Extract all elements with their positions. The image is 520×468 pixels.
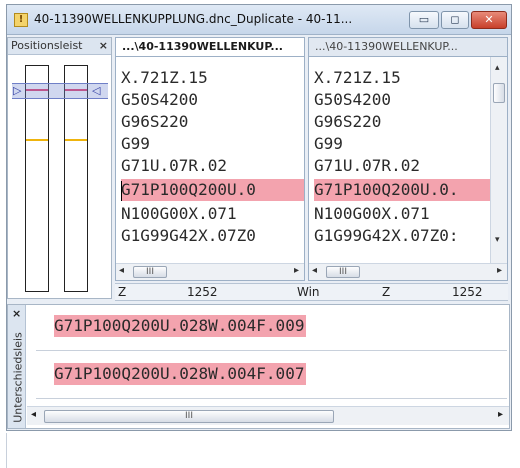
code-line: G50S4200 [121,90,199,109]
difference-row-right[interactable]: G71P100Q200U.028W.004F.007 [36,353,507,399]
scroll-left-icon[interactable]: ◂ [312,265,317,276]
status-left-label: Z [118,285,127,299]
positions-panel-header: Positionsleist × [8,38,111,55]
status-bar: Z 1252 Win Z 1252 [115,283,508,301]
minimize-button[interactable]: ▭ [409,11,439,29]
positions-panel-close-icon[interactable]: × [99,38,108,54]
code-line: G71U.07R.02 [314,156,420,175]
differences-horizontal-scrollbar[interactable]: ◂ III ▸ [27,406,509,425]
difference-text-right: G71P100Q200U.028W.004F.007 [54,363,307,385]
code-line: G71U.07R.02 [121,156,227,175]
vertical-scroll-thumb[interactable] [493,83,505,103]
difference-row-left[interactable]: G71P100Q200U.028W.004F.009 [36,305,507,351]
code-line: X.721Z.15 [314,68,401,87]
positions-panel: Positionsleist × ▷ ◁ [7,37,112,299]
difference-text-left: G71P100Q200U.028W.004F.009 [54,315,307,337]
position-marker-yellow [65,139,87,141]
status-right-value: 1252 [452,285,483,299]
position-marker-yellow [26,139,48,141]
code-line: G1G99G42X.07Z0 [121,226,256,245]
text-caret [121,181,122,201]
scroll-thumb[interactable]: III [326,266,360,278]
differences-panel: × Unterschiedsleis G71P100Q200U.028W.004… [7,304,510,429]
code-line: G96S220 [314,112,382,131]
window-title: 40-11390WELLENKUPPLUNG.dnc_Duplicate - 4… [34,12,353,26]
right-horizontal-scrollbar[interactable]: ◂ III ▸ [309,263,507,280]
right-file-position-bar[interactable] [64,65,88,292]
position-arrow-left-icon: ◁ [92,84,101,97]
left-code-editor[interactable]: X.721Z.15 G50S4200 G96S220 G99 G71U.07R.… [115,56,305,281]
left-file-position-bar[interactable] [25,65,49,292]
code-line: N100G00X.071 [121,204,237,223]
divider [6,433,7,468]
code-line: G50S4200 [314,90,392,109]
right-code-editor[interactable]: X.721Z.15 G50S4200 G96S220 G99 G71U.07R.… [308,56,508,281]
scroll-right-icon[interactable]: ▸ [294,265,299,276]
code-line: X.721Z.15 [121,68,208,87]
scroll-thumb[interactable]: III [44,410,334,423]
differences-panel-close-icon[interactable]: × [12,307,21,320]
scroll-right-icon[interactable]: ▸ [498,409,503,420]
status-left-value: 1252 [187,285,218,299]
code-line-difference: G71P100Q200U.0 [121,179,304,201]
tab-left-file[interactable]: ...\40-11390WELLENKUP... [115,37,305,56]
code-line: G99 [314,134,343,153]
code-line: G99 [121,134,150,153]
status-right-label: Z [382,285,391,299]
title-bar[interactable]: ! 40-11390WELLENKUPPLUNG.dnc_Duplicate -… [7,5,511,35]
scroll-left-icon[interactable]: ◂ [119,265,124,276]
code-line-difference: G71P100Q200U.0. [314,179,507,201]
positions-panel-title: Positionsleist [11,39,83,52]
scroll-right-icon[interactable]: ▸ [497,265,502,276]
position-arrow-right-icon: ▷ [13,84,22,97]
differences-panel-title: Unterschiedsleis [11,332,25,423]
code-line: G1G99G42X.07Z0: [314,226,459,245]
tab-right-file[interactable]: ...\40-11390WELLENKUP... [308,37,508,56]
code-line: N100G00X.071 [314,204,430,223]
left-horizontal-scrollbar[interactable]: ◂ III ▸ [116,263,304,280]
scroll-down-icon[interactable]: ▾ [495,235,500,245]
positions-panel-body[interactable]: ▷ ◁ [8,55,111,298]
scroll-left-icon[interactable]: ◂ [31,409,36,420]
differences-panel-side-header: × Unterschiedsleis [8,305,26,428]
app-icon: ! [14,13,28,27]
scroll-thumb[interactable]: III [133,266,167,278]
maximize-button[interactable]: ◻ [441,11,469,29]
scroll-up-icon[interactable]: ▴ [495,63,500,73]
status-mode: Win [297,285,320,299]
right-vertical-scrollbar[interactable]: ▴ ▾ [490,57,507,265]
close-button[interactable]: ✕ [471,11,507,29]
code-line: G96S220 [121,112,189,131]
